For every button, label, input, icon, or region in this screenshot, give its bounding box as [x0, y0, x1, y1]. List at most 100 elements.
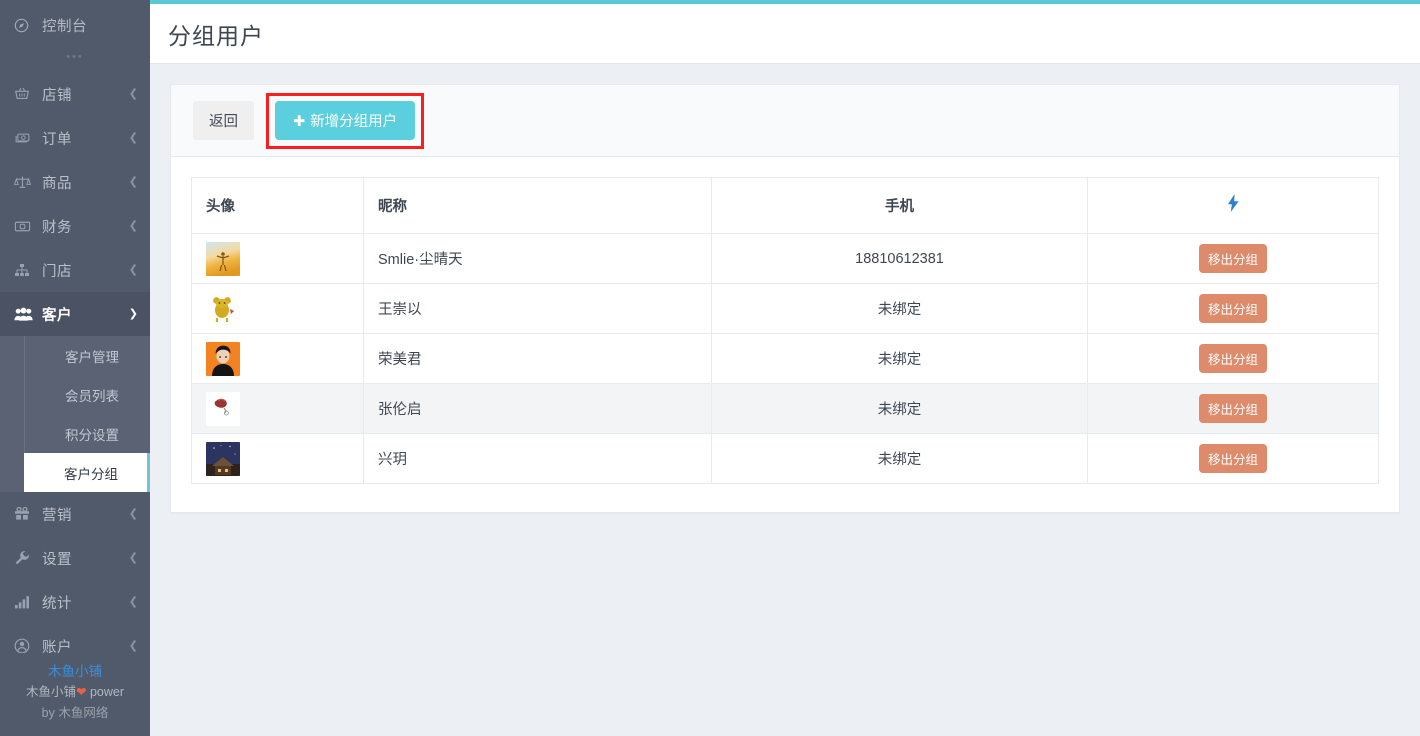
avatar [206, 291, 240, 326]
sidebar-item-store[interactable]: 店铺 ❮ [0, 72, 150, 116]
sidebar-item-settings[interactable]: 设置 ❮ [0, 536, 150, 580]
remove-from-group-button[interactable]: 移出分组 [1198, 444, 1267, 473]
cell-phone: 未绑定 [711, 383, 1088, 434]
cell-phone: 18810612381 [711, 233, 1088, 284]
add-group-user-label: 新增分组用户 [310, 113, 398, 130]
add-group-user-button[interactable]: ✚ 新增分组用户 [275, 100, 416, 140]
sidebar-footer-link[interactable]: 木鱼小铺 [0, 661, 150, 682]
chevron-left-icon: ❮ [128, 175, 138, 188]
sidebar-item-label: 订单 [42, 131, 72, 148]
avatar [206, 241, 240, 276]
back-button[interactable]: 返回 [193, 101, 254, 140]
sidebar-scroll-area: 控制台 ••• 店铺 ❮ 订单 ❮ 商品 ❮ 财务 ❮ 门店 ❮ 客户 ❯ 客户… [0, 0, 150, 668]
cell-avatar [191, 333, 364, 384]
sidebar-console-label: 控制台 [42, 18, 87, 35]
content-wrapper: 返回 ✚ 新增分组用户 头像 昵称 手机 Smlie·尘晴天 188106123… [150, 64, 1420, 533]
sidebar-item-orders[interactable]: 订单 ❮ [0, 116, 150, 160]
gift-icon [14, 506, 38, 522]
sidebar-item-label: 商品 [42, 175, 72, 192]
sidebar-footer: 木鱼小铺 木鱼小铺❤ power by 木鱼网络 [0, 653, 150, 736]
page-title: 分组用户 [168, 22, 264, 49]
content-card: 返回 ✚ 新增分组用户 头像 昵称 手机 Smlie·尘晴天 188106123… [170, 84, 1400, 513]
table-wrapper: 头像 昵称 手机 Smlie·尘晴天 18810612381 移出分组 王崇以 … [171, 157, 1399, 512]
sidebar-subitem-points-settings[interactable]: 积分设置 [24, 414, 150, 453]
compass-icon [14, 18, 38, 33]
cell-phone: 未绑定 [711, 433, 1088, 484]
cell-avatar [191, 283, 364, 334]
chevron-left-icon: ❮ [128, 219, 138, 232]
user-circle-icon [14, 638, 38, 654]
sidebar-subitem-label: 客户分组 [64, 466, 118, 482]
money-bill-icon [14, 219, 38, 234]
avatar [206, 341, 240, 376]
cash-icon [14, 130, 38, 146]
cell-action: 移出分组 [1087, 333, 1379, 384]
toolbar: 返回 ✚ 新增分组用户 [171, 85, 1399, 157]
table-row: Smlie·尘晴天 18810612381 移出分组 [191, 233, 1379, 284]
sidebar-subitem-label: 会员列表 [65, 388, 119, 404]
footer-suffix: power [86, 685, 125, 699]
cell-nickname: Smlie·尘晴天 [363, 233, 712, 284]
sidebar-item-marketing[interactable]: 营销 ❮ [0, 492, 150, 536]
plus-icon: ✚ [293, 113, 306, 130]
cell-nickname: 王崇以 [363, 283, 712, 334]
table-row: 王崇以 未绑定 移出分组 [191, 283, 1379, 334]
remove-from-group-button[interactable]: 移出分组 [1198, 244, 1267, 273]
footer-by: by [41, 706, 59, 720]
remove-from-group-button[interactable]: 移出分组 [1198, 344, 1267, 373]
sidebar-item-console[interactable]: 控制台 [0, 0, 150, 50]
sidebar: 控制台 ••• 店铺 ❮ 订单 ❮ 商品 ❮ 财务 ❮ 门店 ❮ 客户 ❯ 客户… [0, 0, 150, 736]
table-row: 张伦启 未绑定 移出分组 [191, 383, 1379, 434]
group-users-table: 头像 昵称 手机 Smlie·尘晴天 18810612381 移出分组 王崇以 … [191, 177, 1379, 484]
sidebar-item-label: 统计 [42, 595, 72, 612]
remove-from-group-button[interactable]: 移出分组 [1198, 394, 1267, 423]
table-body: Smlie·尘晴天 18810612381 移出分组 王崇以 未绑定 移出分组 … [191, 233, 1379, 484]
chevron-left-icon: ❮ [128, 507, 138, 520]
sidebar-item-label: 客户 [42, 307, 72, 324]
column-header-phone: 手机 [711, 177, 1088, 234]
chevron-left-icon: ❮ [128, 87, 138, 100]
footer-company: 木鱼网络 [58, 706, 109, 720]
cell-nickname: 兴玥 [363, 433, 712, 484]
sidebar-item-customers[interactable]: 客户 ❯ [0, 292, 150, 336]
bar-chart-icon [14, 595, 38, 609]
sidebar-subitem-customer-manage[interactable]: 客户管理 [24, 336, 150, 375]
table-header-row: 头像 昵称 手机 [191, 177, 1379, 234]
footer-prefix: 木鱼小铺 [25, 685, 76, 699]
users-icon [14, 307, 38, 322]
cell-action: 移出分组 [1087, 283, 1379, 334]
sidebar-subitem-label: 客户管理 [65, 349, 119, 365]
sidebar-subitem-customer-groups[interactable]: 客户分组 [24, 453, 150, 492]
table-row: 荣美君 未绑定 移出分组 [191, 333, 1379, 384]
cell-nickname: 荣美君 [363, 333, 712, 384]
remove-from-group-button[interactable]: 移出分组 [1198, 294, 1267, 323]
sidebar-item-finance[interactable]: 财务 ❮ [0, 204, 150, 248]
sidebar-footer-line1: 木鱼小铺❤ power [0, 682, 150, 703]
sidebar-subitem-label: 积分设置 [65, 427, 119, 443]
chevron-left-icon: ❮ [128, 639, 138, 652]
cell-nickname: 张伦启 [363, 383, 712, 434]
sidebar-subitem-member-list[interactable]: 会员列表 [24, 375, 150, 414]
lightning-bolt-icon [1227, 194, 1240, 216]
table-head: 头像 昵称 手机 [191, 177, 1379, 234]
table-row: 兴玥 未绑定 移出分组 [191, 433, 1379, 484]
cell-action: 移出分组 [1087, 233, 1379, 284]
wrench-icon [14, 550, 38, 566]
cell-action: 移出分组 [1087, 433, 1379, 484]
page-header: 分组用户 [150, 4, 1420, 64]
sidebar-item-products[interactable]: 商品 ❮ [0, 160, 150, 204]
sitemap-icon [14, 263, 38, 278]
balance-scale-icon [14, 174, 38, 190]
cell-phone: 未绑定 [711, 283, 1088, 334]
sidebar-item-label: 营销 [42, 507, 72, 524]
highlight-box: ✚ 新增分组用户 [266, 92, 425, 149]
column-header-avatar: 头像 [191, 177, 364, 234]
main-area: 分组用户 返回 ✚ 新增分组用户 头像 昵称 手机 Smlie·尘晴天 1881… [150, 0, 1420, 736]
sidebar-item-shops[interactable]: 门店 ❮ [0, 248, 150, 292]
sidebar-item-statistics[interactable]: 统计 ❮ [0, 580, 150, 624]
sidebar-submenu-customers: 客户管理 会员列表 积分设置 客户分组 [0, 336, 150, 492]
column-header-nickname: 昵称 [363, 177, 712, 234]
chevron-left-icon: ❮ [128, 551, 138, 564]
avatar [206, 391, 240, 426]
cell-avatar [191, 433, 364, 484]
